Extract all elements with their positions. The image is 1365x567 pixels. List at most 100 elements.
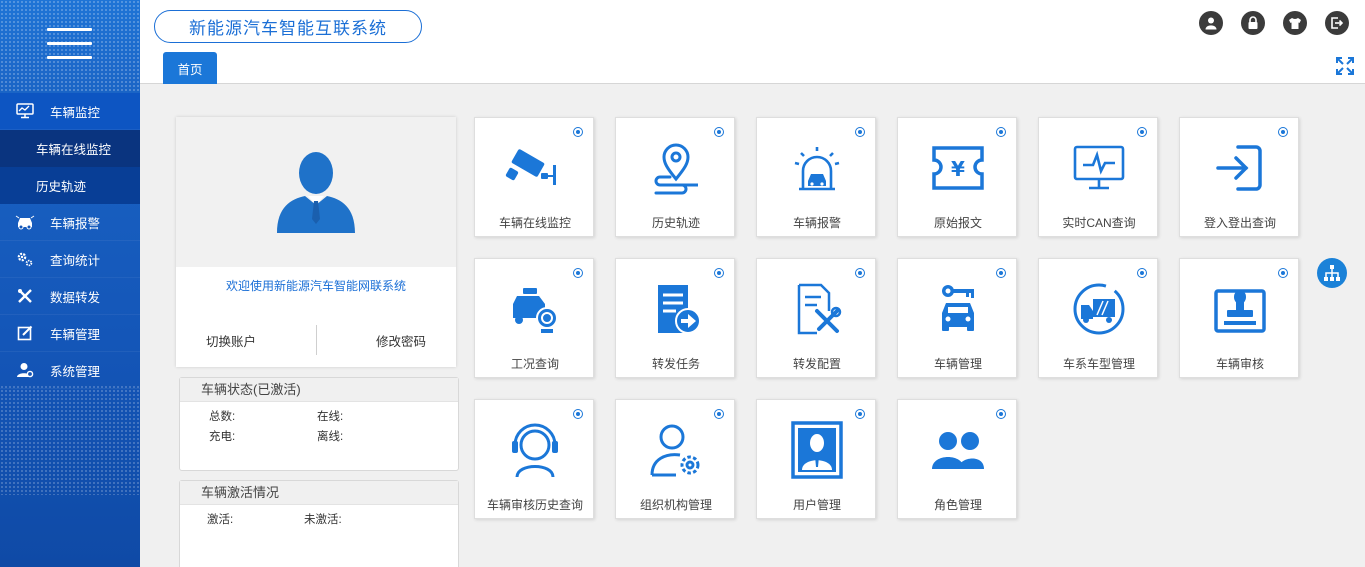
change-password-link[interactable]: 修改密码 <box>376 331 426 350</box>
radio-indicator <box>1278 268 1288 278</box>
header-actions <box>1199 11 1349 35</box>
activation-panel: 车辆激活情况 激活: 未激活: <box>179 480 459 567</box>
profile-actions: 切换账户 修改密码 <box>176 325 456 355</box>
location-icon <box>616 138 736 198</box>
sidebar: 车辆监控 车辆在线监控 历史轨迹 车辆报警 查询统计 数据转发 车辆管理 系统管… <box>0 0 140 567</box>
tile-organization-management[interactable]: 组织机构管理 <box>615 399 735 519</box>
car-search-icon <box>475 279 595 339</box>
radio-indicator <box>1137 268 1147 278</box>
tile-label: 车辆报警 <box>792 216 841 230</box>
config-icon <box>757 279 877 339</box>
sidebar-subitem-history-track[interactable]: 历史轨迹 <box>0 167 140 204</box>
tile-label: 车系车型管理 <box>1062 357 1135 371</box>
sidebar-item-system-manage[interactable]: 系统管理 <box>0 352 140 389</box>
lock-icon[interactable] <box>1241 11 1265 35</box>
sidebar-subitem-online-monitor[interactable]: 车辆在线监控 <box>0 130 140 167</box>
radio-indicator <box>855 127 865 137</box>
avatar-icon <box>275 149 357 236</box>
tile-series-model-management[interactable]: 车系车型管理 <box>1038 258 1158 378</box>
not-activated-label: 未激活: <box>304 514 342 526</box>
sidebar-item-label: 车辆管理 <box>50 327 101 342</box>
alarm-icon <box>757 138 877 198</box>
sidebar-subitem-label: 历史轨迹 <box>36 180 87 194</box>
sidebar-item-vehicle-monitor[interactable]: 车辆监控 <box>0 93 140 130</box>
radio-indicator <box>855 268 865 278</box>
radio-indicator <box>573 268 583 278</box>
radio-indicator <box>1278 127 1288 137</box>
tools-icon <box>0 288 50 304</box>
sidebar-item-data-forward[interactable]: 数据转发 <box>0 278 140 315</box>
tile-label: 转发任务 <box>651 357 700 371</box>
sidebar-item-vehicle-manage[interactable]: 车辆管理 <box>0 315 140 352</box>
sidebar-subitem-label: 车辆在线监控 <box>36 143 112 157</box>
sidebar-item-label: 数据转发 <box>50 290 101 305</box>
menu-toggle-button[interactable] <box>47 28 92 62</box>
tile-vehicle-management[interactable]: 车辆管理 <box>897 258 1017 378</box>
tile-label: 原始报文 <box>933 216 982 230</box>
tile-label: 角色管理 <box>933 498 982 512</box>
tile-vehicle-alarm[interactable]: 车辆报警 <box>756 117 876 237</box>
radio-indicator <box>996 409 1006 419</box>
shirt-icon[interactable] <box>1283 11 1307 35</box>
logout-icon[interactable] <box>1325 11 1349 35</box>
sidebar-submenu: 车辆在线监控 历史轨迹 <box>0 130 140 204</box>
user-frame-icon <box>757 420 877 480</box>
ticket-icon: ¥ <box>898 138 1018 198</box>
tile-login-logout-query[interactable]: 登入登出查询 <box>1179 117 1299 237</box>
tile-label: 车辆审核历史查询 <box>486 498 583 512</box>
tile-label: 历史轨迹 <box>651 216 700 230</box>
tile-label: 工况查询 <box>510 357 559 371</box>
switch-account-link[interactable]: 切换账户 <box>206 331 256 350</box>
radio-indicator <box>996 268 1006 278</box>
sidebar-item-query-stats[interactable]: 查询统计 <box>0 241 140 278</box>
online-label: 在线: <box>317 411 344 423</box>
car-alarm-icon <box>0 214 50 230</box>
tile-label: 车辆管理 <box>933 357 982 371</box>
headset-icon <box>475 420 595 480</box>
sidebar-item-label: 系统管理 <box>50 364 101 379</box>
welcome-text: 欢迎使用新能源汽车智能网联系统 <box>225 279 406 293</box>
sitemap-icon[interactable] <box>1317 258 1347 288</box>
user-icon[interactable] <box>1199 11 1223 35</box>
tab-home[interactable]: 首页 <box>163 52 217 84</box>
tile-forward-config[interactable]: 转发配置 <box>756 258 876 378</box>
tile-role-management[interactable]: 角色管理 <box>897 399 1017 519</box>
tile-realtime-can-query[interactable]: 实时CAN查询 <box>1038 117 1158 237</box>
tile-history-track[interactable]: 历史轨迹 <box>615 117 735 237</box>
car-key-icon <box>898 279 1018 339</box>
radio-indicator <box>996 127 1006 137</box>
radio-indicator <box>714 409 724 419</box>
tile-label: 组织机构管理 <box>639 498 712 512</box>
tile-condition-query[interactable]: 工况查询 <box>474 258 594 378</box>
fullscreen-icon[interactable] <box>1336 57 1354 75</box>
sidebar-menu: 车辆监控 车辆在线监控 历史轨迹 车辆报警 查询统计 数据转发 车辆管理 系统管… <box>0 93 140 389</box>
tile-review-history-query[interactable]: 车辆审核历史查询 <box>474 399 594 519</box>
sidebar-pattern-lower <box>0 385 140 495</box>
tile-label: 车辆在线监控 <box>498 216 571 230</box>
top-header: 新能源汽车智能互联系统 首页 <box>140 0 1365 84</box>
radio-indicator <box>573 127 583 137</box>
tile-raw-message[interactable]: ¥ 原始报文 <box>897 117 1017 237</box>
stamp-icon <box>1180 279 1300 339</box>
radio-indicator <box>714 268 724 278</box>
sidebar-item-vehicle-alarm[interactable]: 车辆报警 <box>0 204 140 241</box>
sidebar-item-label: 车辆监控 <box>50 105 101 120</box>
tile-user-management[interactable]: 用户管理 <box>756 399 876 519</box>
activated-label: 激活: <box>207 514 234 526</box>
gears-icon <box>0 251 50 267</box>
tile-label: 用户管理 <box>792 498 841 512</box>
svg-text:¥: ¥ <box>951 157 965 181</box>
total-label: 总数: <box>209 411 236 423</box>
group-icon <box>898 420 1018 480</box>
status-row: 充电: 离线: <box>180 428 458 444</box>
tile-forward-task[interactable]: 转发任务 <box>615 258 735 378</box>
profile-card: 欢迎使用新能源汽车智能网联系统 切换账户 修改密码 <box>176 117 456 367</box>
tile-label: 登入登出查询 <box>1203 216 1276 230</box>
edit-icon <box>0 325 50 341</box>
tile-vehicle-review[interactable]: 车辆审核 <box>1179 258 1299 378</box>
main-content: 欢迎使用新能源汽车智能网联系统 切换账户 修改密码 车辆状态(已激活) 总数: … <box>150 84 1365 567</box>
tile-vehicle-online-monitor[interactable]: 车辆在线监控 <box>474 117 594 237</box>
app-title: 新能源汽车智能互联系统 <box>154 10 422 43</box>
activation-row: 激活: 未激活: <box>180 511 458 527</box>
radio-indicator <box>1137 127 1147 137</box>
